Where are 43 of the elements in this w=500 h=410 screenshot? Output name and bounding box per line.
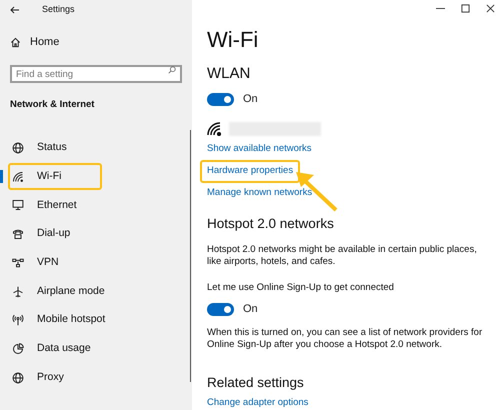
sidebar-item[interactable]: Proxy	[8, 364, 66, 392]
sidebar-item[interactable]: Status	[8, 134, 69, 162]
sidebar-item[interactable]: Ethernet	[8, 192, 79, 219]
toggle-label: On	[243, 92, 258, 107]
search-field[interactable]: Find a setting	[10, 65, 182, 83]
page-title: Wi-Fi	[207, 26, 260, 52]
maximize-icon[interactable]	[461, 4, 470, 13]
description-text: When this is turned on, you can see a list of network providers for Online Sign-Up after you choose a Hotspot 2.0 network.	[207, 326, 484, 350]
section-heading: WLAN	[207, 64, 252, 84]
sidebar-item[interactable]: Mobile hotspot	[8, 306, 108, 334]
phone-icon	[12, 228, 24, 240]
sidebar-item[interactable]: Wi-Fi	[8, 163, 102, 190]
back-arrow-icon[interactable]	[10, 6, 20, 14]
toggle-switch[interactable]	[207, 302, 234, 316]
sidebar-item[interactable]: VPN	[8, 249, 61, 276]
toggle-label: On	[243, 302, 258, 317]
toggle-switch[interactable]	[207, 92, 234, 106]
link[interactable]: Manage known networks	[200, 182, 320, 205]
section-heading: Network & Internet	[9, 98, 96, 112]
window-title: Settings	[42, 3, 75, 16]
sidebar-item[interactable]: Data usage	[8, 335, 93, 362]
globe-icon	[12, 372, 24, 384]
pie-chart-icon	[12, 342, 24, 355]
link[interactable]: Hardware properties	[200, 160, 300, 183]
home-icon	[10, 36, 21, 48]
section-heading: Hotspot 2.0 networks	[207, 214, 335, 233]
option-label: Let me use Online Sign-Up to get connected	[207, 280, 395, 295]
link[interactable]: Change adapter options	[207, 396, 308, 410]
sidebar-item[interactable]: Airplane mode	[8, 278, 107, 306]
network-icon	[12, 256, 24, 269]
airplane-icon	[12, 286, 24, 298]
close-icon[interactable]	[486, 4, 495, 13]
description-text: Hotspot 2.0 networks might be available in certain public places, like airports, hotels, and cafes.	[207, 244, 478, 268]
search-icon	[168, 66, 176, 74]
wifi-icon	[12, 170, 24, 183]
link[interactable]: Show available networks	[200, 138, 319, 161]
sidebar-item[interactable]: Dial-up	[8, 220, 72, 248]
home-link[interactable]: Home	[0, 34, 192, 50]
section-heading: Related settings	[207, 374, 305, 392]
hotspot-icon	[12, 314, 24, 326]
monitor-icon	[12, 199, 24, 212]
globe-icon	[12, 142, 24, 154]
wifi-signal-icon	[207, 122, 223, 136]
